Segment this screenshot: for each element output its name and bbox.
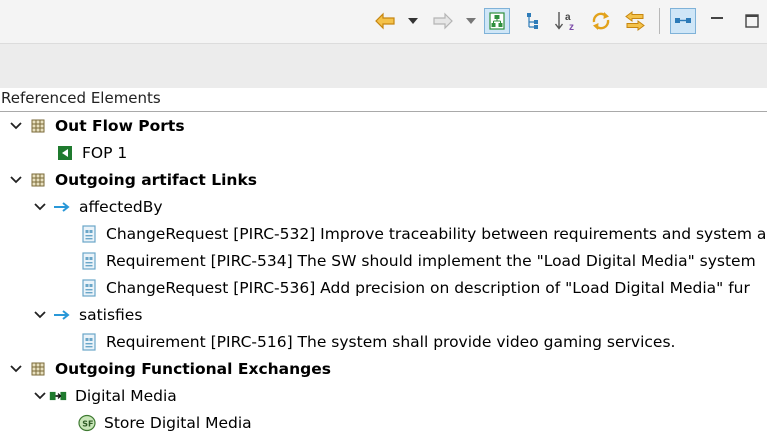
category-grid-icon (29, 117, 47, 135)
back-dropdown-icon[interactable] (406, 8, 420, 34)
back-arrow-icon[interactable] (372, 8, 398, 34)
chevron-down-icon[interactable] (9, 173, 23, 187)
minimize-icon[interactable] (704, 8, 730, 34)
tree-item-label: Outgoing artifact Links (55, 170, 257, 189)
system-function-icon: SF (78, 414, 96, 432)
tree-row-requirement-534[interactable]: Requirement [PIRC-534] The SW should imp… (80, 247, 756, 274)
toolbar-separator (659, 8, 660, 34)
tree-item-label: satisfies (79, 305, 143, 324)
maximize-icon[interactable] (739, 8, 765, 34)
tree-row-requirement-516[interactable]: Requirement [PIRC-516] The system shall … (80, 328, 675, 355)
tree-item-label: Requirement [PIRC-534] The SW should imp… (106, 251, 756, 270)
sort-az-icon[interactable]: a z (553, 8, 579, 34)
svg-text:z: z (569, 22, 574, 32)
tree-item-label: ChangeRequest [PIRC-532] Improve traceab… (106, 224, 767, 243)
swap-icon[interactable] (622, 8, 648, 34)
tree-item-label: Requirement [PIRC-516] The system shall … (106, 332, 676, 351)
tree-row-out-flow-ports[interactable]: Out Flow Ports (9, 112, 185, 139)
link-layout-icon[interactable] (670, 8, 696, 34)
tree-item-label: Digital Media (75, 386, 177, 405)
artifact-document-icon (80, 251, 98, 270)
artifact-document-icon (80, 332, 98, 351)
flow-port-out-icon (56, 144, 74, 162)
tree-item-label: affectedBy (79, 197, 163, 216)
tree-row-digital-media[interactable]: Digital Media (33, 382, 177, 409)
tree-row-outgoing-artifact-links[interactable]: Outgoing artifact Links (9, 166, 257, 193)
refresh-icon[interactable] (588, 8, 614, 34)
referenced-elements-tree[interactable]: Out Flow Ports FOP 1 Outgoing artifact L… (0, 111, 767, 438)
forward-arrow-icon[interactable] (430, 8, 456, 34)
tree-row-change-request-536[interactable]: ChangeRequest [PIRC-536] Add precision o… (80, 274, 750, 301)
tree-row-affected-by[interactable]: affectedBy (33, 193, 163, 220)
show-hierarchy-icon[interactable] (484, 8, 510, 34)
chevron-down-icon[interactable] (9, 362, 23, 376)
chevron-down-icon[interactable] (33, 308, 47, 322)
category-grid-icon (29, 360, 47, 378)
tree-item-label: Store Digital Media (104, 413, 252, 432)
link-arrow-icon (53, 198, 71, 216)
system-function-badge: SF (82, 419, 93, 428)
tree-row-outgoing-functional-exchanges[interactable]: Outgoing Functional Exchanges (9, 355, 331, 382)
tree-row-change-request-532[interactable]: ChangeRequest [PIRC-532] Improve traceab… (80, 220, 766, 247)
tree-item-label: FOP 1 (82, 143, 128, 162)
chevron-down-icon[interactable] (33, 200, 47, 214)
link-arrow-icon (53, 306, 71, 324)
view-toolbar: a z (0, 0, 767, 43)
tree-item-label: Out Flow Ports (55, 116, 185, 135)
tree-item-label: ChangeRequest [PIRC-536] Add precision o… (106, 278, 750, 297)
tree-row-satisfies[interactable]: satisfies (33, 301, 142, 328)
tree-row-store-digital-media[interactable]: SF Store Digital Media (78, 409, 252, 436)
artifact-document-icon (80, 278, 98, 297)
chevron-down-icon[interactable] (9, 119, 23, 133)
forward-dropdown-icon[interactable] (464, 8, 478, 34)
tree-row-fop-1[interactable]: FOP 1 (56, 139, 127, 166)
chevron-down-icon[interactable] (33, 389, 47, 403)
artifact-document-icon (80, 224, 98, 243)
view-header-band (0, 43, 767, 88)
tree-item-label: Outgoing Functional Exchanges (55, 359, 331, 378)
tree-icon[interactable] (520, 8, 546, 34)
functional-exchange-icon (49, 387, 67, 405)
category-grid-icon (29, 171, 47, 189)
panel-title: Referenced Elements (1, 89, 161, 107)
